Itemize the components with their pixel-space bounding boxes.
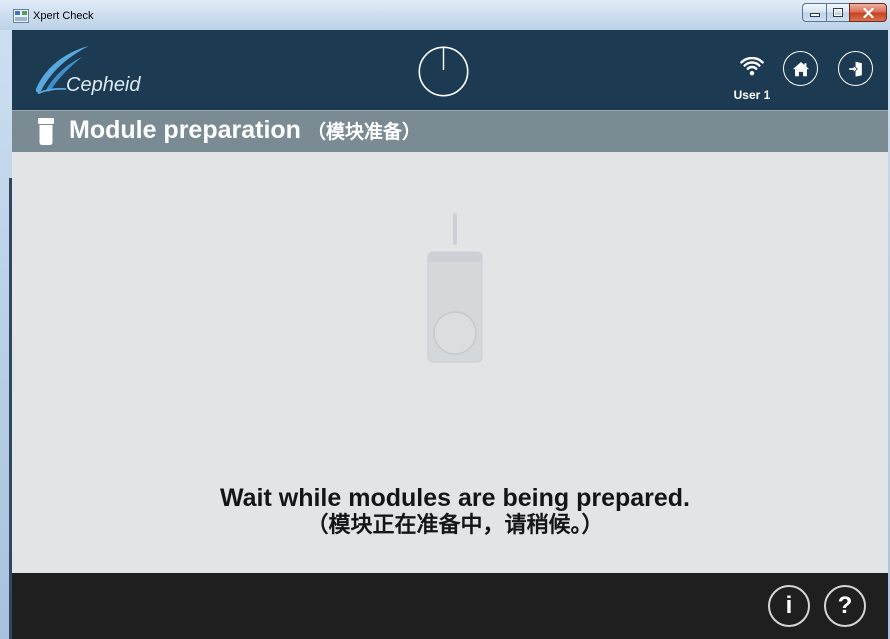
brand-name: Cepheid [66, 74, 141, 96]
window-title-bar[interactable]: Xpert Check [0, 0, 890, 30]
page-title-text: Module preparation [69, 116, 301, 144]
wifi-dot [749, 71, 755, 76]
app-icon-bar [15, 17, 27, 21]
module-stem [453, 213, 457, 245]
maximize-button[interactable] [826, 3, 850, 22]
minimize-glyph [809, 12, 820, 17]
app-icon-tile [22, 11, 27, 15]
page-title-translation: （模块准备） [306, 121, 421, 143]
app-icon [13, 9, 29, 23]
minimize-icon [809, 12, 820, 17]
app-icon-tile [15, 11, 20, 15]
home-house [792, 61, 809, 76]
module-cap [428, 252, 482, 262]
app-header: Cepheid User 1 [12, 30, 888, 110]
module-illustration-icon [427, 213, 483, 363]
help-button[interactable]: ? [824, 585, 866, 627]
logout-icon [847, 61, 862, 77]
module-window [433, 311, 477, 355]
wifi-icon [740, 57, 764, 76]
module-icon-body [39, 125, 53, 145]
close-icon [862, 7, 874, 18]
main-content: Wait while modules are being prepared. （… [12, 152, 888, 573]
maximize-icon [833, 8, 843, 17]
app-footer: i ? [12, 573, 888, 639]
info-button[interactable]: i [768, 585, 810, 627]
home-icon [792, 61, 809, 76]
wifi-arc-mid [743, 61, 761, 67]
timer-dial-icon [418, 46, 469, 97]
window-title: Xpert Check [33, 10, 94, 22]
info-icon: i [785, 592, 793, 619]
logout-button[interactable] [838, 51, 873, 86]
minimize-button[interactable] [802, 3, 827, 22]
module-icon-cap [38, 118, 54, 124]
app-window: Cepheid User 1 Module preparation （模块准备）… [12, 30, 888, 639]
home-button[interactable] [783, 51, 818, 86]
maximize-glyph-outer [833, 8, 843, 17]
close-button[interactable] [849, 3, 887, 22]
module-icon [38, 118, 54, 145]
logo-tail [37, 87, 67, 95]
close-glyph [862, 7, 874, 18]
page-title: Module preparation （模块准备） [69, 118, 421, 145]
wifi-arc-small [746, 65, 758, 70]
status-message-translation: （模块正在准备中，请稍候。） [306, 513, 604, 538]
section-title-bar: Module preparation （模块准备） [12, 110, 888, 152]
status-message: Wait while modules are being prepared. [219, 484, 690, 512]
current-user-label: User 1 [733, 88, 771, 102]
help-icon: ? [837, 592, 853, 619]
